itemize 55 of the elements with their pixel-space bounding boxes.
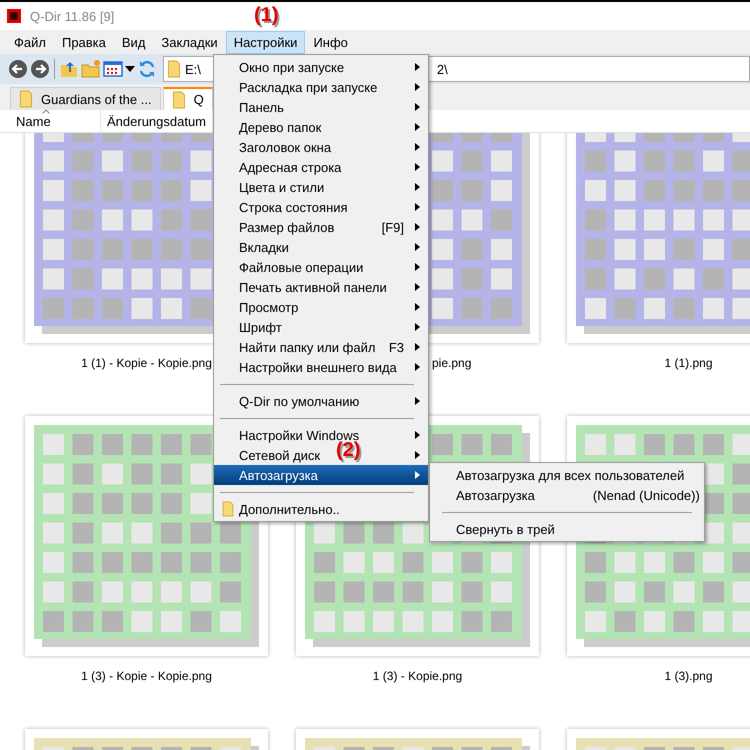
- window-title: Q-Dir 11.86 [9]: [30, 8, 114, 24]
- address-text: 2\: [436, 62, 448, 76]
- menu-item[interactable]: Инфо: [305, 30, 356, 54]
- menu-item[interactable]: Вкладки: [239, 240, 289, 254]
- app-icon: [6, 8, 22, 24]
- menu-item[interactable]: Окно при запуске: [239, 60, 344, 74]
- folder-icon: [19, 90, 33, 108]
- back-icon[interactable]: [8, 59, 28, 79]
- menu-item[interactable]: Панель: [239, 100, 284, 114]
- file-name: 1 (3) - Kopie.png: [372, 669, 462, 683]
- menu-item[interactable]: Свернуть в трей: [430, 519, 704, 539]
- folder-tab[interactable]: Guardians of the ...: [10, 87, 161, 110]
- menu-item[interactable]: Печать активной панели: [239, 280, 387, 294]
- menu-item[interactable]: Автозагрузка: [214, 465, 428, 485]
- view-icon[interactable]: [103, 59, 123, 79]
- menu-item[interactable]: Сетевой диск: [239, 448, 320, 462]
- menu-item[interactable]: Найти папку или файл: [239, 340, 376, 354]
- menu-item[interactable]: Строка состояния: [239, 200, 348, 214]
- menu-item[interactable]: Адресная строка: [239, 160, 342, 174]
- menu-item[interactable]: Файл: [6, 30, 54, 54]
- file-name: 1 (1) - Kopie - Kopie.png: [81, 356, 212, 370]
- column-header[interactable]: Name: [0, 110, 101, 132]
- folder-icon: [167, 60, 181, 78]
- menu-item[interactable]: Раскладка при запуске: [239, 80, 378, 94]
- annotation-label: (1): [254, 4, 278, 27]
- file-name: pie.png: [432, 356, 472, 370]
- menu-item[interactable]: Настройки: [226, 30, 306, 54]
- folder-tab[interactable]: Q: [162, 87, 213, 110]
- shortcut-text: [F9]: [382, 220, 404, 234]
- menu-item[interactable]: Цвета и стили: [239, 180, 324, 194]
- shortcut-text: F3: [388, 340, 404, 354]
- forward-icon[interactable]: [30, 59, 50, 79]
- dropdown-caret-icon[interactable]: [125, 64, 135, 74]
- folder-icon: [222, 501, 234, 517]
- menu-item[interactable]: Заголовок окна: [239, 140, 332, 154]
- address-text: E:\: [185, 62, 201, 76]
- menu-item[interactable]: Файловые операции: [239, 260, 364, 274]
- menu-item[interactable]: Дерево папок: [239, 120, 322, 134]
- menu-item[interactable]: Дополнительно..: [239, 502, 340, 516]
- menu-item[interactable]: Автозагрузка для всех пользователей: [430, 465, 704, 485]
- folder-icon: [172, 90, 186, 108]
- file-name: 1 (1).png: [664, 356, 713, 370]
- menu-item[interactable]: Шрифт: [239, 320, 282, 334]
- folder-up-icon[interactable]: [59, 59, 79, 79]
- menu-item[interactable]: Закладки: [153, 30, 226, 54]
- file-name: 1 (3).png: [664, 669, 713, 683]
- file-name: 1 (3) - Kopie - Kopie.png: [81, 669, 212, 683]
- menu-item[interactable]: Просмотр: [239, 300, 298, 314]
- menu-item[interactable]: Размер файлов: [239, 220, 334, 234]
- menu-item[interactable]: Вид: [114, 30, 154, 54]
- user-text: (Nenad (Unicode)): [592, 488, 700, 502]
- menu-item[interactable]: Q-Dir по умолчанию: [239, 394, 360, 408]
- menu-item[interactable]: Настройки внешнего вида: [239, 360, 397, 374]
- menu-item[interactable]: Правка: [54, 30, 114, 54]
- menu-item[interactable]: Автозагрузка (Nenad (Unicode)): [430, 485, 704, 505]
